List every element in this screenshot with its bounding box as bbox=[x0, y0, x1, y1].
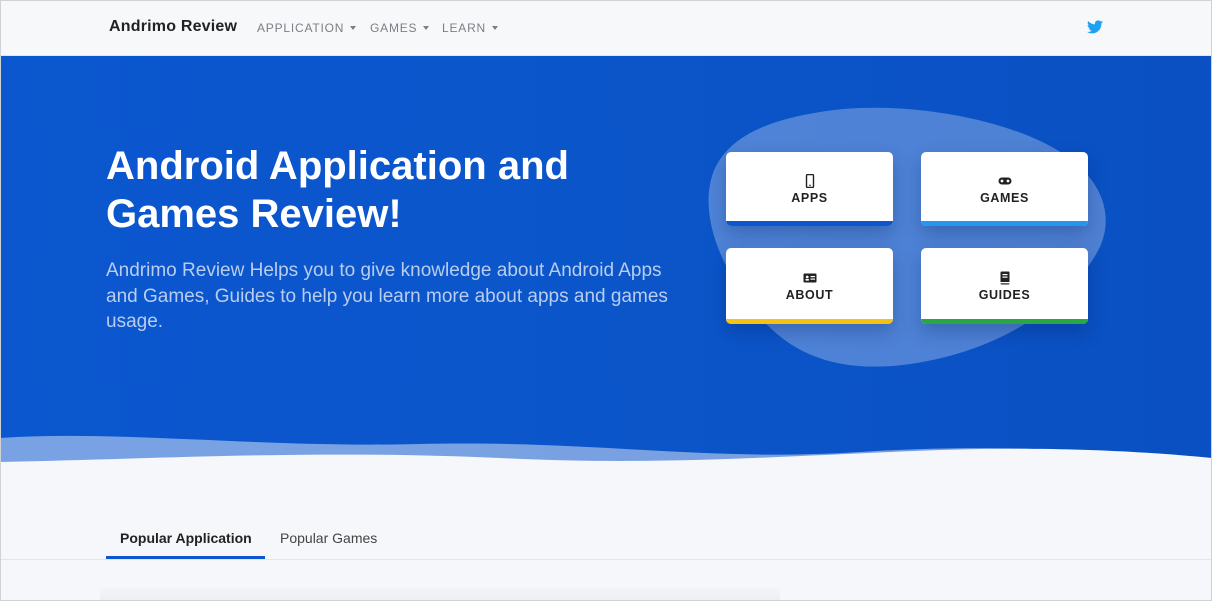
gamepad-icon bbox=[998, 177, 1011, 184]
navbar: Andrimo Review APPLICATION GAMES LEARN bbox=[0, 0, 1212, 56]
book-icon bbox=[1000, 271, 1009, 284]
about-card[interactable]: ABOUT bbox=[726, 248, 893, 324]
games-accent-bar bbox=[921, 221, 1088, 226]
games-card[interactable]: GAMES bbox=[921, 152, 1088, 226]
hero-title: Android Application and Games Review! bbox=[106, 144, 569, 236]
about-accent-bar bbox=[726, 319, 893, 324]
guides-card[interactable]: GUIDES bbox=[921, 248, 1088, 324]
caret-down-icon bbox=[492, 26, 499, 30]
hero-section: Android Application and Games Review! An… bbox=[0, 56, 1212, 476]
nav-application-label: APPLICATION bbox=[257, 21, 345, 35]
about-label: ABOUT bbox=[785, 287, 834, 302]
caret-down-icon bbox=[423, 26, 430, 30]
guides-label: GUIDES bbox=[978, 287, 1031, 302]
apps-accent-bar bbox=[726, 221, 893, 226]
nav-application-dropdown[interactable]: APPLICATION bbox=[257, 21, 357, 35]
decorative-waves bbox=[0, 435, 1212, 476]
caret-down-icon bbox=[350, 26, 357, 30]
brand-logo[interactable]: Andrimo Review bbox=[109, 18, 237, 36]
hero-description: Andrimo Review Helps you to give knowled… bbox=[106, 260, 668, 332]
tab-popular-application[interactable]: Popular Application bbox=[120, 530, 252, 546]
phone-icon bbox=[805, 173, 814, 188]
decorative-blob bbox=[708, 107, 1106, 367]
nav-games-dropdown[interactable]: GAMES bbox=[370, 21, 430, 35]
content-card-top bbox=[100, 588, 780, 601]
nav-games-label: GAMES bbox=[370, 21, 418, 35]
games-label: GAMES bbox=[980, 190, 1029, 205]
twitter-icon[interactable] bbox=[1087, 20, 1103, 34]
nav-learn-label: LEARN bbox=[442, 21, 487, 35]
guides-accent-bar bbox=[921, 319, 1088, 324]
apps-card[interactable]: APPS bbox=[726, 152, 893, 226]
content-tabs: Popular Application Popular Games bbox=[0, 520, 1212, 560]
apps-label: APPS bbox=[791, 190, 828, 205]
id-card-icon bbox=[803, 273, 816, 282]
nav-learn-dropdown[interactable]: LEARN bbox=[442, 21, 499, 35]
tab-popular-games[interactable]: Popular Games bbox=[280, 530, 377, 546]
active-tab-indicator bbox=[106, 556, 265, 559]
